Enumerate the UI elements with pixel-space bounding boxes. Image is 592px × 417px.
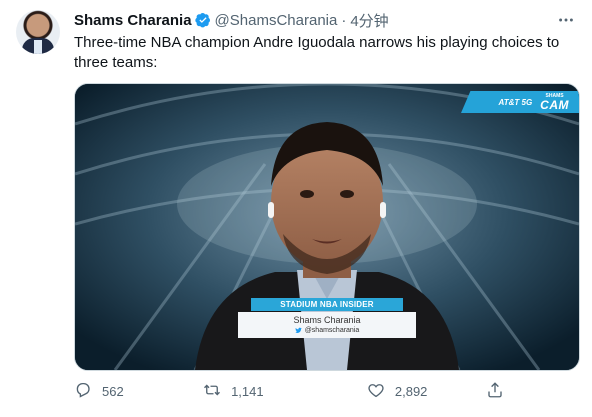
share-icon bbox=[486, 381, 504, 402]
like-button[interactable]: 2,892 bbox=[367, 381, 486, 402]
retweet-count: 1,141 bbox=[231, 383, 264, 399]
lower-third-name: Shams Charania bbox=[293, 315, 361, 325]
like-icon bbox=[367, 381, 385, 402]
lower-third-box: Shams Charania @shamscharania bbox=[238, 312, 416, 338]
tweet-timestamp[interactable]: 4分钟 bbox=[350, 10, 388, 31]
separator-dot: · bbox=[341, 11, 347, 29]
avatar[interactable] bbox=[16, 10, 60, 54]
author-handle[interactable]: @ShamsCharania bbox=[215, 12, 338, 29]
like-count: 2,892 bbox=[394, 383, 428, 399]
cam-brand: AT&T 5G bbox=[498, 97, 533, 107]
reply-count: 562 bbox=[102, 383, 124, 399]
verified-badge-icon bbox=[194, 12, 211, 28]
cam-label-big: CAM bbox=[540, 97, 569, 112]
avatar-shirt bbox=[34, 40, 42, 54]
cam-label: SHAMS CAM bbox=[540, 93, 569, 112]
retweet-button[interactable]: 1,141 bbox=[203, 381, 367, 402]
share-button[interactable] bbox=[486, 381, 504, 402]
lower-third-handle-row: @shamscharania bbox=[238, 327, 416, 334]
reply-button[interactable]: 562 bbox=[74, 381, 203, 402]
tweet-text: Three-time NBA champion Andre Iguodala n… bbox=[74, 34, 560, 71]
twitter-bird-icon bbox=[294, 327, 302, 334]
video-media[interactable]: AT&T 5G SHAMS CAM STADIUM NBA INSIDER Sh… bbox=[74, 83, 580, 371]
author-name[interactable]: Shams Charania bbox=[74, 12, 192, 29]
retweet-icon bbox=[203, 381, 221, 402]
tweet-header: Shams Charania @ShamsCharania · 4分钟 bbox=[74, 10, 576, 30]
lower-third-handle: @shamscharania bbox=[304, 327, 360, 334]
lower-third-title: STADIUM NBA INSIDER bbox=[251, 298, 403, 311]
reply-icon bbox=[74, 381, 92, 402]
shams-cam-tag: AT&T 5G SHAMS CAM bbox=[461, 91, 579, 113]
tweet-actions: 562 1,141 2,892 bbox=[74, 379, 504, 403]
more-options-icon[interactable] bbox=[556, 10, 576, 30]
